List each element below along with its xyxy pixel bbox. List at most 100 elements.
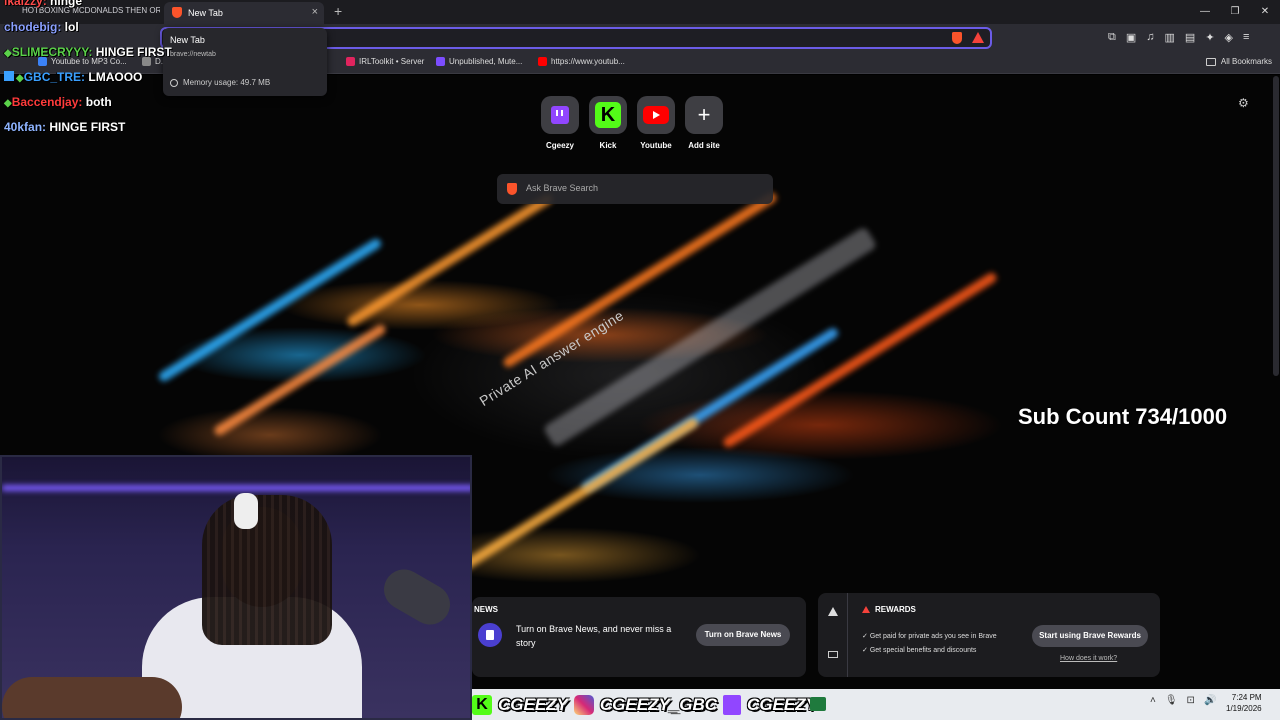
- minimize-button[interactable]: —: [1190, 0, 1220, 24]
- youtube-icon: [643, 106, 669, 124]
- cards-tab-icon[interactable]: [828, 651, 838, 658]
- chat-username: Baccendjay:: [11, 95, 83, 109]
- rewards-logo-icon: [862, 606, 870, 613]
- clock-date: 1/19/2026: [1226, 704, 1262, 713]
- microphone-icon[interactable]: 🎙: [1165, 695, 1178, 706]
- brave-lion-icon: [507, 183, 517, 195]
- news-icon: [478, 623, 502, 647]
- top-site-youtube[interactable]: Youtube: [637, 96, 675, 150]
- panel-icon[interactable]: ▥: [1165, 31, 1175, 44]
- rewards-title: REWARDS: [862, 605, 916, 614]
- chat-text: hinge: [50, 0, 83, 8]
- kick-logo-icon: K: [472, 694, 492, 715]
- chat-message: lkaizzy: hinge: [4, 0, 82, 8]
- light-streak: [440, 416, 700, 584]
- turn-on-news-button[interactable]: Turn on Brave News: [696, 624, 790, 646]
- media-icon[interactable]: ♫: [1146, 31, 1154, 44]
- start-rewards-button[interactable]: Start using Brave Rewards: [1032, 625, 1148, 647]
- close-window-button[interactable]: ✕: [1250, 0, 1280, 24]
- vpn-icon[interactable]: ◈: [1225, 31, 1233, 44]
- instagram-handle: CGEEZY_GBC: [599, 694, 718, 714]
- chat-username: lkaizzy:: [4, 0, 47, 8]
- add-site-button[interactable]: + Add site: [685, 96, 723, 150]
- rewards-benefit-text: Get paid for private ads you see in Brav…: [869, 633, 997, 640]
- news-text: Turn on Brave News, and never miss a sto…: [516, 624, 672, 648]
- window-controls: — ❐ ✕: [1190, 0, 1280, 24]
- webcam-feed: [0, 455, 472, 720]
- brave-search-box[interactable]: Ask Brave Search: [497, 174, 773, 204]
- network-icon[interactable]: ⊡: [1187, 695, 1195, 706]
- badge-icon: ◆: [4, 48, 12, 59]
- volume-icon[interactable]: 🔊: [1204, 695, 1216, 706]
- hover-card-memory: Memory usage: 49.7 MB: [170, 78, 270, 87]
- clock-time: 7:24 PM: [1231, 693, 1262, 702]
- chat-text: HINGE FIRST: [49, 120, 126, 134]
- bookmark-item[interactable]: Unpublished, Mute...: [436, 57, 522, 66]
- tab-new-tab[interactable]: New Tab ×: [164, 2, 324, 24]
- maximize-button[interactable]: ❐: [1220, 0, 1250, 24]
- badge-icon: ◆: [4, 98, 12, 109]
- page-scrollbar[interactable]: [1273, 76, 1279, 376]
- top-site-cgeezy[interactable]: Cgeezy: [541, 96, 579, 150]
- bookmark-item[interactable]: IRLToolkit • Server: [346, 57, 424, 66]
- sidebar-icon[interactable]: ▣: [1126, 31, 1136, 44]
- extensions-icon[interactable]: ⧉: [1108, 31, 1116, 44]
- light-streak: [212, 322, 388, 438]
- brave-favicon-icon: [172, 7, 182, 18]
- screen: Private AI answer engine HOTBOXING MCDON…: [0, 0, 1280, 720]
- rewards-benefit: ✓ Get special benefits and discounts: [862, 647, 977, 654]
- top-site-kick[interactable]: K Kick: [589, 96, 627, 150]
- social-handles-overlay: K CGEEZY CGEEZY_GBC CGEEZY: [472, 689, 817, 720]
- memory-icon: [170, 78, 178, 87]
- top-site-label: Add site: [688, 141, 720, 150]
- streamer-hair: [202, 495, 332, 645]
- top-site-label: Kick: [599, 141, 617, 150]
- top-site-label: Youtube: [640, 141, 672, 150]
- tab-label: New Tab: [188, 8, 223, 18]
- hover-card-url: brave://newtab: [170, 51, 216, 58]
- menu-icon[interactable]: ≡: [1243, 31, 1249, 44]
- light-streak: [157, 236, 383, 384]
- chat-text: HINGE FIRST: [95, 45, 172, 59]
- top-sites: Cgeezy K Kick Youtube + Add site: [541, 96, 723, 150]
- folder-icon: [1205, 57, 1216, 66]
- bookmark-favicon-icon: [346, 57, 355, 66]
- rewards-title-label: REWARDS: [875, 605, 916, 614]
- bookmark-label: https://www.youtub...: [551, 57, 625, 66]
- widget-switcher: [818, 593, 848, 677]
- twitch-icon: [551, 106, 569, 124]
- wallet-icon[interactable]: ▤: [1185, 31, 1195, 44]
- chat-message: 40kfan: HINGE FIRST: [4, 120, 125, 134]
- taskbar-clock[interactable]: 7:24 PM 1/19/2026: [1226, 692, 1262, 714]
- brave-rewards-icon[interactable]: [972, 32, 984, 43]
- leo-icon[interactable]: ✦: [1205, 31, 1214, 44]
- chat-text: lol: [64, 20, 79, 34]
- chat-message: ◆SLIMECRYYY: HINGE FIRST: [4, 45, 172, 59]
- headset: [234, 493, 258, 529]
- tray-chevron-icon[interactable]: ˄: [1150, 695, 1156, 706]
- bookmark-favicon-icon: [436, 57, 445, 66]
- badge-icon: ◆: [16, 73, 24, 84]
- sub-count-overlay: Sub Count 734/1000: [1018, 404, 1228, 429]
- microphone: [376, 562, 458, 632]
- chat-text: both: [85, 95, 112, 109]
- ntp-settings-gear-icon[interactable]: ⚙: [1238, 96, 1249, 110]
- tab-close-icon[interactable]: ×: [312, 6, 318, 18]
- chat-text: LMAOOO: [88, 70, 143, 84]
- chat-message: ◆GBC_TRE: LMAOOO: [4, 70, 142, 84]
- chat-username: SLIMECRYYY:: [11, 45, 93, 59]
- taskbar-app-icon[interactable]: [810, 697, 826, 711]
- rewards-tab-icon[interactable]: [828, 607, 838, 616]
- bookmark-item[interactable]: https://www.youtub...: [538, 57, 625, 66]
- twitch-handle: CGEEZY: [747, 694, 817, 714]
- light-streak: [501, 190, 779, 370]
- chat-message: chodebig: lol: [4, 20, 79, 34]
- all-bookmarks-button[interactable]: All Bookmarks: [1205, 57, 1272, 66]
- instagram-logo-icon: [573, 694, 594, 715]
- new-tab-button[interactable]: +: [334, 3, 342, 19]
- news-title: NEWS: [474, 605, 498, 614]
- how-does-it-work-link[interactable]: How does it work?: [1060, 655, 1117, 662]
- brave-shields-icon[interactable]: [952, 32, 962, 44]
- twitch-logo-icon: [723, 694, 742, 715]
- plus-icon: +: [697, 102, 711, 127]
